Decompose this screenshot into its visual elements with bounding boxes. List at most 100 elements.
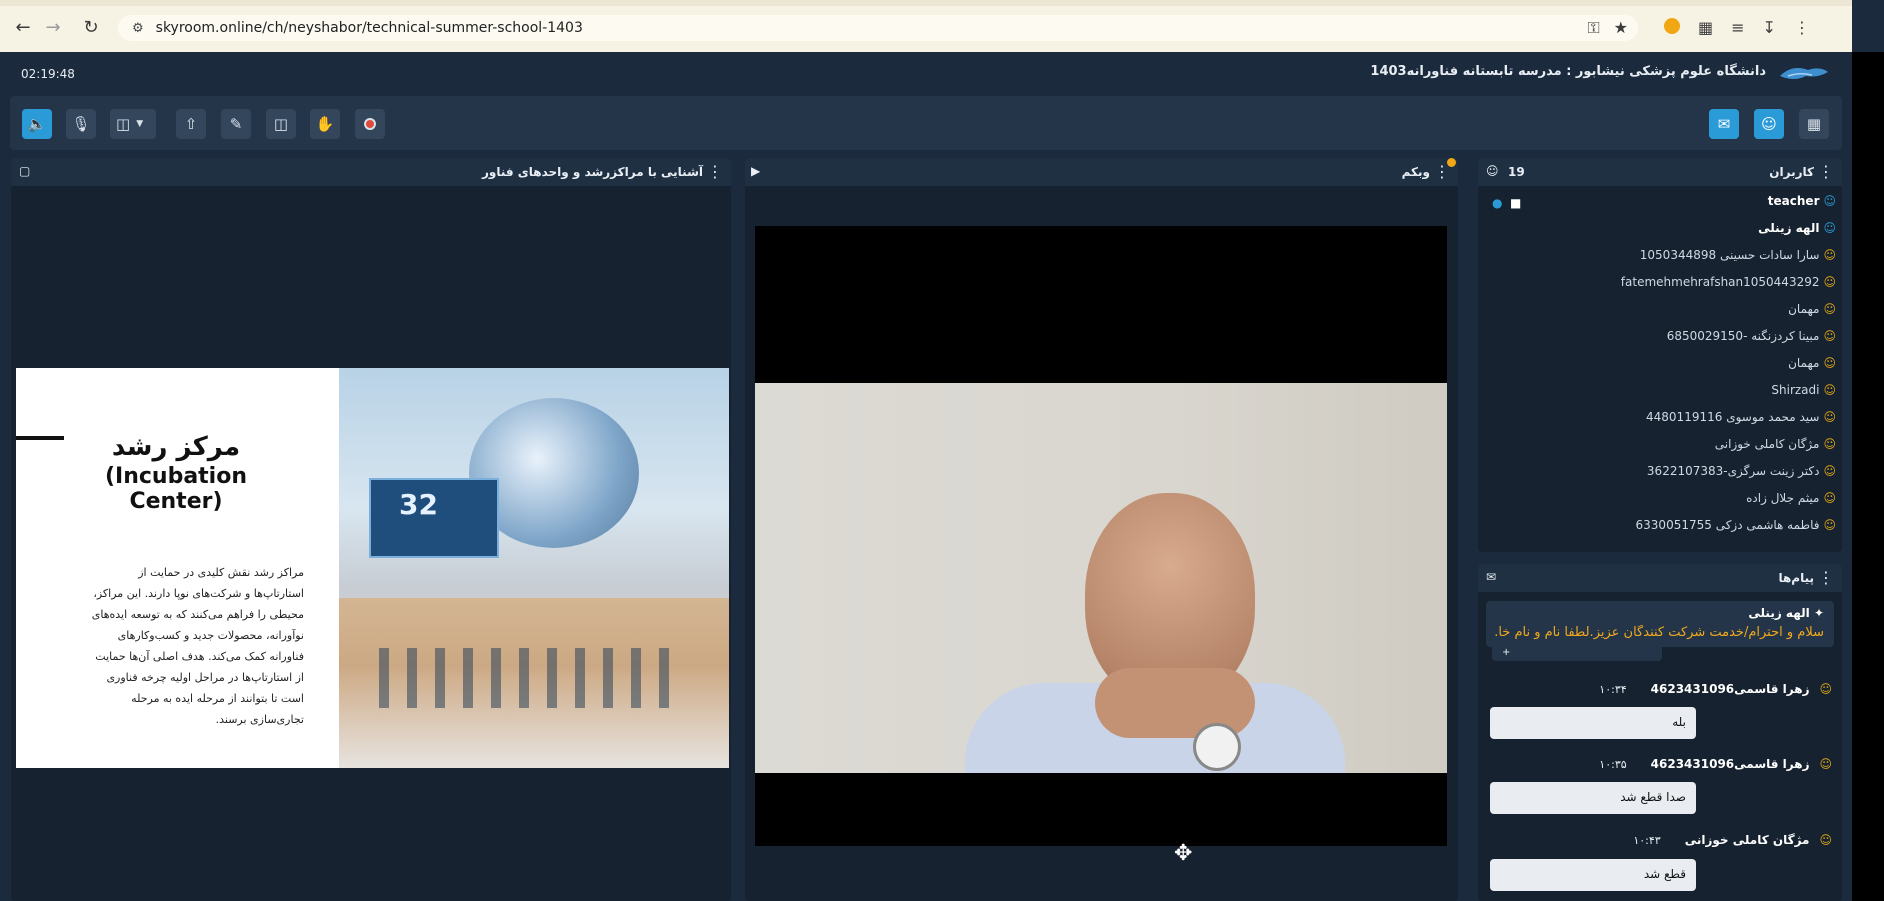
users-icon: ☺ xyxy=(1486,164,1499,178)
user-item[interactable]: ☺ مهمان xyxy=(1788,298,1836,320)
message-meta: ☺ زهرا قاسمی4623431096 ۱۰:۳۵ xyxy=(1599,757,1832,771)
pinned-message[interactable]: ✦ الهه زینلی سلام و احترام/خدمت شرکت کنن… xyxy=(1486,601,1834,647)
forward-arrow-icon[interactable]: → xyxy=(40,14,66,40)
reload-icon[interactable]: ↻ xyxy=(78,14,104,40)
messages-panel-header: ✉ پیام‌ها ⋮ xyxy=(1478,564,1842,592)
document-icon: ▢ xyxy=(19,164,31,178)
user-item[interactable]: ☺ دکتر زینت سرگزی-3622107383 xyxy=(1647,460,1836,482)
presenter-watch xyxy=(1193,723,1241,771)
message-meta: ☺ زهرا قاسمی4623431096 ۱۰:۳۴ xyxy=(1599,682,1832,696)
webcam-panel-title: وبکم xyxy=(1401,165,1430,179)
extensions-puzzle-icon[interactable]: ▦ xyxy=(1698,18,1713,37)
slide-panel-menu-icon[interactable]: ⋮ xyxy=(707,162,723,181)
user-item[interactable]: ☺ مژگان کاملی خوزانی xyxy=(1715,433,1836,455)
site-info-icon[interactable]: ⚙ xyxy=(132,21,144,36)
messages-panel-title: پیام‌ها xyxy=(1778,571,1814,585)
user-item[interactable]: ☺ fatemehmehrafshan1050443292 xyxy=(1621,271,1836,293)
slide-title-fa: مرکز رشد xyxy=(111,432,241,462)
reading-list-icon[interactable]: ≡ xyxy=(1731,18,1744,37)
user-item[interactable]: ☺ مهمان xyxy=(1788,352,1836,374)
camera-off-dropdown[interactable]: ◫ ▼ xyxy=(110,109,156,139)
host-user-icon: ☺ xyxy=(1823,221,1836,235)
chat-bubble-icon: ✉ xyxy=(1486,570,1497,584)
chevron-down-icon: ▼ xyxy=(136,119,144,129)
guest-user-icon: ☺ xyxy=(1823,329,1836,343)
teacher-mic-icon: ● xyxy=(1492,196,1503,210)
slide-title-en: (Incubation Center) xyxy=(104,464,248,514)
apps-grid-icon[interactable]: ▦ xyxy=(1799,109,1829,139)
user-item[interactable]: ☺ میثم جلال زاده xyxy=(1746,487,1836,509)
record-icon[interactable] xyxy=(355,109,385,139)
webcam-panel: ▶ وبکم ⋮ xyxy=(745,158,1458,901)
bookmark-star-icon[interactable]: ★ xyxy=(1614,18,1628,38)
extension-orange-icon[interactable] xyxy=(1664,18,1680,34)
raise-hand-icon[interactable]: ✋ xyxy=(310,109,340,139)
user-item[interactable]: ☺ Shirzadi xyxy=(1771,379,1836,401)
slide-heading: مرکز رشد (Incubation Center) xyxy=(56,432,296,514)
message-bubble-wrap: صدا قطع شد xyxy=(1490,782,1696,814)
guest-user-icon: ☺ xyxy=(1823,248,1836,262)
slide-panel-header: ▢ آشنایی با مراکزرشد و واحدهای فناور ⋮ xyxy=(11,158,731,186)
message-bubble-wrap: قطع شد xyxy=(1490,859,1696,891)
users-count: 19 xyxy=(1508,165,1525,179)
messages-panel-menu-icon[interactable]: ⋮ xyxy=(1818,568,1834,587)
back-arrow-icon[interactable]: ← xyxy=(10,14,36,40)
user-item[interactable]: ☺ سید محمد موسوی 4480119116 xyxy=(1646,406,1836,428)
guest-user-icon: ☺ xyxy=(1819,833,1832,847)
microphone-muted-icon[interactable]: 🎙 xyxy=(66,109,96,139)
room-title: دانشگاه علوم پزشکی نیشابور : مدرسه تابست… xyxy=(1370,64,1766,79)
users-toggle-icon[interactable]: ☺ xyxy=(1754,109,1784,139)
guest-user-icon: ☺ xyxy=(1819,757,1832,771)
guest-user-icon: ☺ xyxy=(1823,302,1836,316)
browser-menu-icon[interactable]: ⋮ xyxy=(1794,18,1810,37)
message-bubble: صدا قطع شد xyxy=(1490,782,1696,814)
skyroom-app: 02:19:48 دانشگاه علوم پزشکی نیشابور : مد… xyxy=(0,52,1852,901)
guest-user-icon: ☺ xyxy=(1823,383,1836,397)
user-item[interactable]: ☺ فاطمه هاشمی دزکی 6330051755 xyxy=(1636,514,1836,536)
messages-panel: ✉ پیام‌ها ⋮ ✦ الهه زینلی سلام و احترام/خ… xyxy=(1478,564,1842,901)
files-folder-icon[interactable]: ◫ xyxy=(266,109,296,139)
slide-panel: ▢ آشنایی با مراکزرشد و واحدهای فناور ⋮ م… xyxy=(11,158,731,901)
users-panel-menu-icon[interactable]: ⋮ xyxy=(1818,162,1834,181)
url-text: skyroom.online/ch/neyshabor/technical-su… xyxy=(155,20,583,36)
user-item[interactable]: ☺ الهه زینلی xyxy=(1758,217,1836,239)
browser-chrome: ← → ↻ ⚙ skyroom.online/ch/neyshabor/tech… xyxy=(0,0,1852,52)
pin-icon: ✦ xyxy=(1813,606,1824,620)
camera-off-icon: ◫ xyxy=(116,115,131,133)
address-bar[interactable]: ⚙ skyroom.online/ch/neyshabor/technical-… xyxy=(118,15,1638,41)
incubation-center-image: 32 xyxy=(339,368,729,768)
chat-toggle-icon[interactable]: ✉ xyxy=(1709,109,1739,139)
users-panel-header: ☺ 19 کاربران ⋮ xyxy=(1478,158,1842,186)
download-icon[interactable]: ↧ xyxy=(1763,18,1776,37)
guest-user-icon: ☺ xyxy=(1819,682,1832,696)
slide-body-text: مراکز رشد نقش کلیدی در حمایت از استارتاپ… xyxy=(91,566,304,726)
slide-image-number: 32 xyxy=(399,488,438,521)
whiteboard-brush-icon[interactable]: ✎ xyxy=(221,109,251,139)
message-bubble: بله xyxy=(1490,707,1696,739)
people-illustration xyxy=(379,648,679,708)
session-clock: 02:19:48 xyxy=(21,67,75,81)
user-item[interactable]: ☺ teacher xyxy=(1768,190,1836,212)
guest-user-icon: ☺ xyxy=(1823,491,1836,505)
slide-panel-title: آشنایی با مراکزرشد و واحدهای فناور xyxy=(481,165,703,179)
speaker-icon[interactable]: 🔈 xyxy=(22,109,52,139)
host-user-icon: ☺ xyxy=(1823,194,1836,208)
webcam-video[interactable] xyxy=(755,383,1447,773)
screen-share-icon[interactable]: ⇧ xyxy=(176,109,206,139)
room-topbar: 02:19:48 دانشگاه علوم پزشکی نیشابور : مد… xyxy=(0,52,1852,94)
user-item[interactable]: ☺ سارا سادات حسینی 1050344898 xyxy=(1640,244,1836,266)
guest-user-icon: ☺ xyxy=(1823,437,1836,451)
guest-user-icon: ☺ xyxy=(1823,464,1836,478)
expand-pinned-button[interactable]: + xyxy=(1492,647,1662,661)
user-item[interactable]: ☺ مبینا کردزنگنه -6850029150 xyxy=(1667,325,1836,347)
main-toolbar: 🔈 🎙 ◫ ▼ ⇧ ✎ ◫ ✋ ✉ ☺ ▦ xyxy=(10,96,1842,150)
move-cursor-icon: ✥ xyxy=(1174,841,1193,866)
message-bubble-wrap: بله xyxy=(1490,707,1696,739)
pinned-text: سلام و احترام/خدمت شرکت کنندگان عزیز.لطف… xyxy=(1494,625,1824,640)
teacher-camera-icon: ■ xyxy=(1510,196,1522,210)
university-logo-icon xyxy=(1780,68,1828,79)
password-key-icon[interactable]: ⚿ xyxy=(1587,18,1599,38)
pinned-sender: ✦ الهه زینلی xyxy=(1748,606,1824,620)
notification-dot xyxy=(1447,158,1456,167)
video-camera-icon: ▶ xyxy=(751,164,761,178)
